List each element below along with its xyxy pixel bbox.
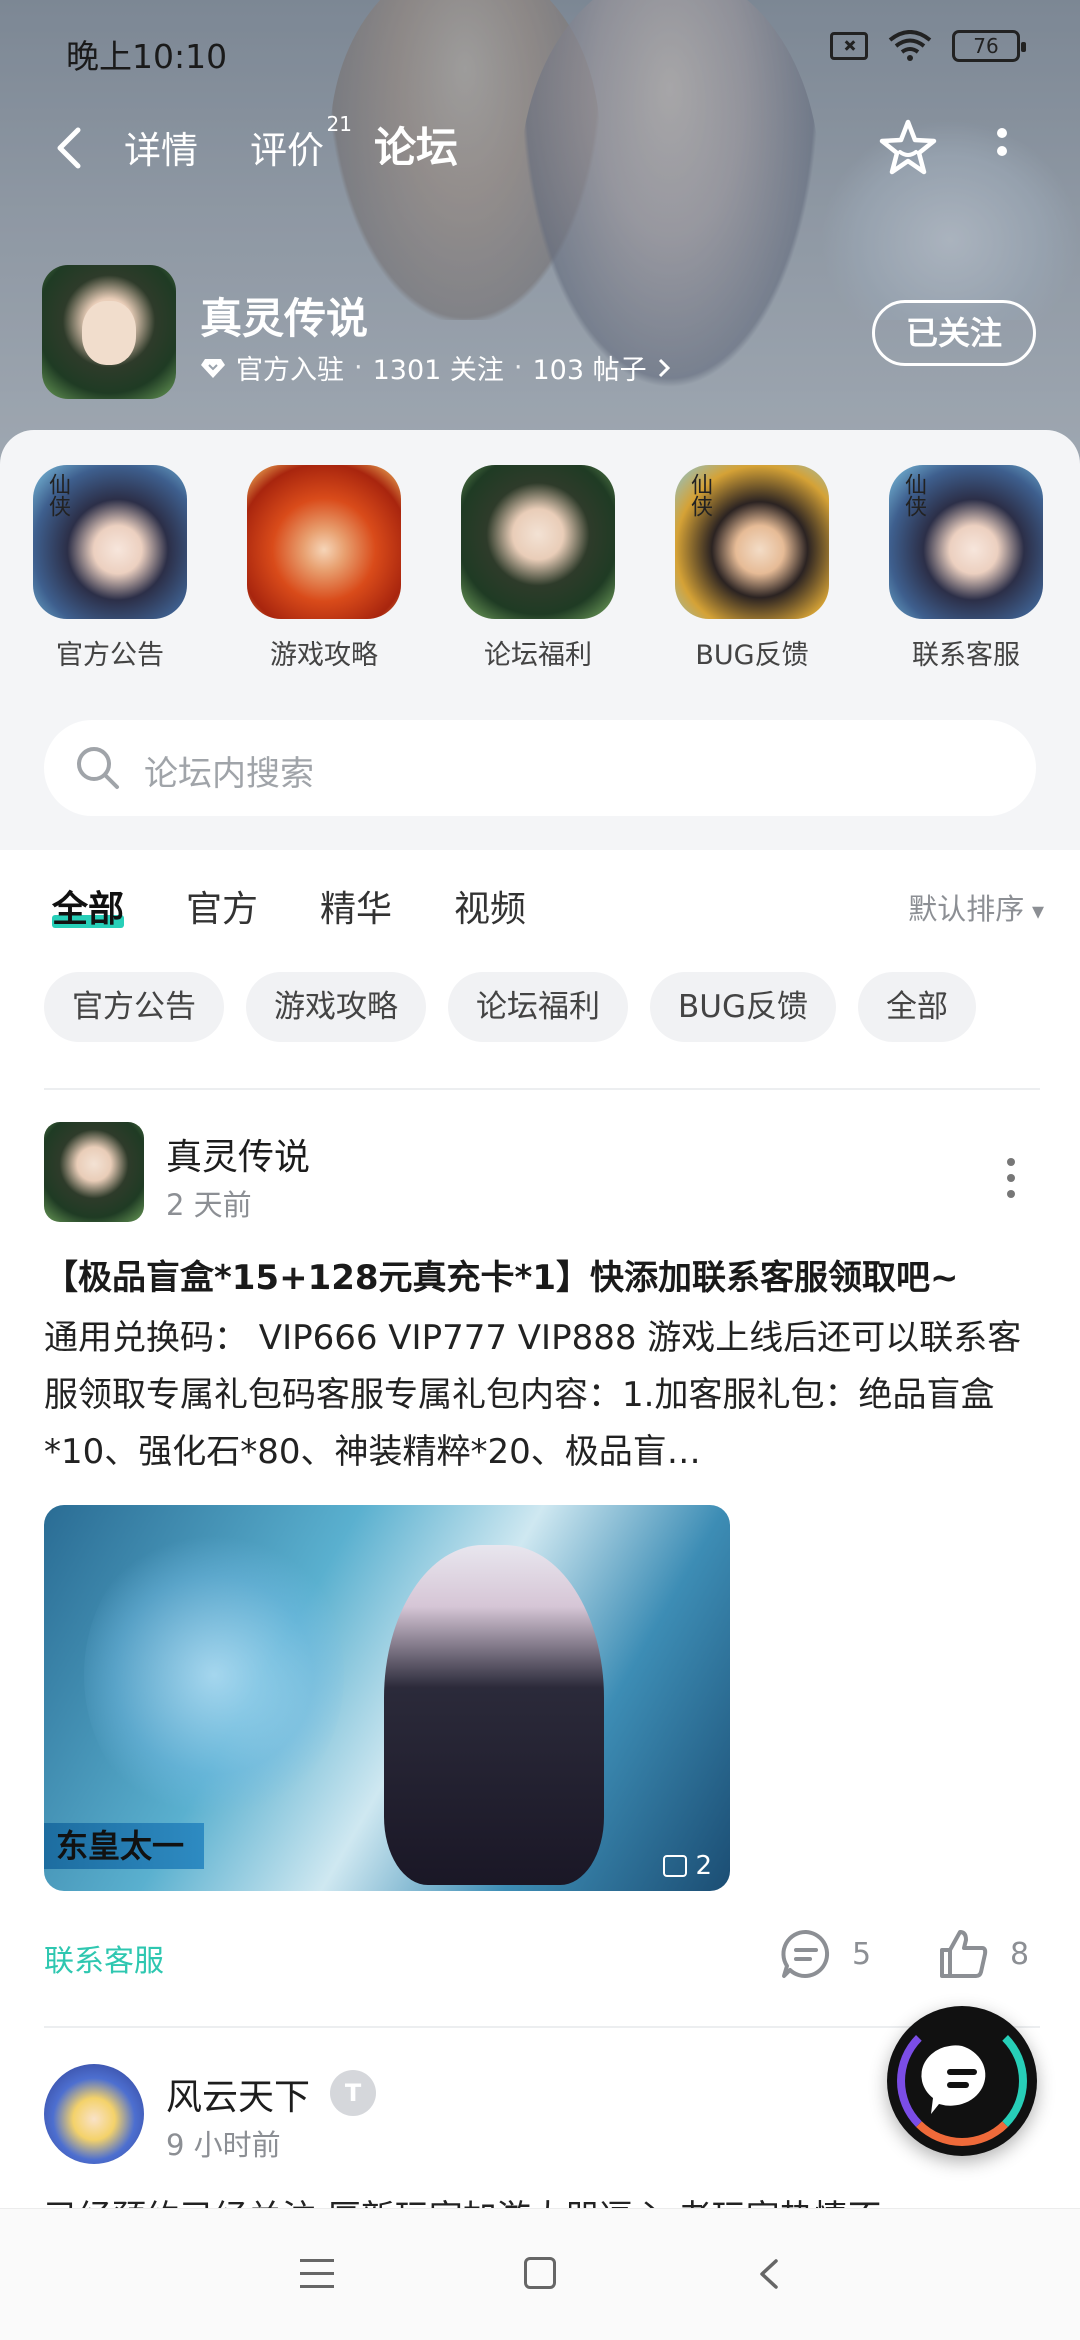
sim-off-icon xyxy=(830,32,868,60)
image-caption: 东皇太一 xyxy=(44,1823,205,1869)
home-icon[interactable] xyxy=(524,2257,556,2289)
sort-dropdown[interactable]: 默认排序 xyxy=(908,886,1044,928)
verified-diamond-icon xyxy=(201,358,225,378)
heroine-blue-icon: 仙侠 xyxy=(889,465,1043,619)
user-level-badge: T xyxy=(330,2070,376,2116)
comment-icon xyxy=(781,1929,830,1978)
system-back-icon[interactable] xyxy=(754,2257,784,2291)
post-author-avatar[interactable] xyxy=(44,1122,144,1222)
game-meta[interactable]: 官方入驻 · 1301 关注 · 103 帖子 xyxy=(200,348,671,387)
follow-button[interactable]: 已关注 xyxy=(872,300,1036,366)
category-official-announcements[interactable]: 仙侠 官方公告 xyxy=(30,465,190,672)
tab-reviews-label: 评价 xyxy=(250,129,324,172)
wifi-icon xyxy=(888,30,932,61)
followers-count: 1301 关注 xyxy=(372,355,504,386)
divider xyxy=(44,1088,1040,1090)
tab-all[interactable]: 全部 xyxy=(52,880,125,932)
status-icons: 76 xyxy=(830,30,1026,62)
chevron-right-icon xyxy=(658,358,670,377)
chip-official-announcements[interactable]: 官方公告 xyxy=(44,972,224,1042)
post-more-options-icon[interactable] xyxy=(1004,1158,1018,1202)
category-panel: 仙侠 官方公告 游戏攻略 论坛福利 仙侠 BUG反馈 仙侠 联系客服 论坛内搜索 xyxy=(0,430,1080,850)
heroine-blue-icon: 仙侠 xyxy=(33,465,187,619)
like-count: 8 xyxy=(1010,1936,1030,1972)
tab-details[interactable]: 详情 xyxy=(124,120,198,174)
chat-bubble-icon xyxy=(921,2045,986,2114)
post-title[interactable]: 【极品盲盒*15+128元真充卡*1】快添加联系客服领取吧~ xyxy=(44,1250,1044,1299)
more-options-icon[interactable] xyxy=(990,128,1014,168)
fire-demon-icon xyxy=(247,465,401,619)
game-avatar[interactable] xyxy=(42,265,176,399)
category-game-guides[interactable]: 游戏攻略 xyxy=(244,465,404,672)
comment-count: 5 xyxy=(852,1936,872,1972)
post-author-name[interactable]: 真灵传说 xyxy=(166,1128,310,1180)
tab-reviews[interactable]: 评价 21 xyxy=(250,112,352,174)
post-body[interactable]: 通用兑换码： VIP666 VIP777 VIP888 游戏上线后还可以联系客服… xyxy=(44,1310,1044,1481)
image-count: 2 xyxy=(663,1851,712,1881)
chip-bug-feedback[interactable]: BUG反馈 xyxy=(650,972,836,1042)
post2-author-name[interactable]: 风云天下 xyxy=(166,2068,310,2120)
image-gallery-icon xyxy=(663,1855,688,1877)
posts-count: 103 帖子 xyxy=(532,355,647,386)
tab-featured[interactable]: 精华 xyxy=(320,880,392,932)
chip-forum-benefits[interactable]: 论坛福利 xyxy=(448,972,628,1042)
post-topic-link[interactable]: 联系客服 xyxy=(44,1936,164,1980)
status-time: 晚上10:10 xyxy=(66,37,228,76)
category-bug-feedback[interactable]: 仙侠 BUG反馈 xyxy=(672,465,832,672)
category-forum-benefits[interactable]: 论坛福利 xyxy=(458,465,618,672)
tab-official[interactable]: 官方 xyxy=(186,880,258,932)
star-favorite-icon[interactable] xyxy=(876,116,940,180)
topic-chips: 官方公告 游戏攻略 论坛福利 BUG反馈 全部 xyxy=(44,972,976,1042)
floating-chat-button[interactable] xyxy=(887,2006,1037,2156)
post-image[interactable]: 东皇太一 2 xyxy=(44,1505,730,1891)
category-shortcuts: 仙侠 官方公告 游戏攻略 论坛福利 仙侠 BUG反馈 仙侠 联系客服 xyxy=(0,465,1080,685)
chip-all[interactable]: 全部 xyxy=(857,972,976,1042)
hero-yellow-icon: 仙侠 xyxy=(675,465,829,619)
back-arrow-icon[interactable] xyxy=(50,124,90,172)
battery-indicator: 76 xyxy=(952,30,1026,62)
thumbs-up-icon xyxy=(940,1930,988,1978)
forum-search-input[interactable]: 论坛内搜索 xyxy=(44,720,1036,816)
filter-tabs: 全部 官方 精华 视频 默认排序 xyxy=(0,880,1080,950)
heroine-green-icon xyxy=(461,465,615,619)
recent-apps-icon[interactable] xyxy=(300,2259,334,2289)
tab-video[interactable]: 视频 xyxy=(454,880,526,932)
like-button[interactable]: 8 xyxy=(936,1926,1029,1982)
reviews-count-badge: 21 xyxy=(326,112,352,136)
system-nav-bar xyxy=(0,2208,1080,2340)
tab-forum[interactable]: 论坛 xyxy=(374,114,459,175)
top-nav: 详情 评价 21 论坛 xyxy=(0,110,1080,190)
chip-game-guides[interactable]: 游戏攻略 xyxy=(246,972,426,1042)
search-icon xyxy=(77,747,119,789)
comment-button[interactable]: 5 xyxy=(778,1926,871,1982)
search-placeholder: 论坛内搜索 xyxy=(144,754,314,794)
post2-author-avatar[interactable] xyxy=(44,2064,144,2164)
post2-time: 9 小时前 xyxy=(166,2128,281,2162)
game-name: 真灵传说 xyxy=(200,294,369,343)
status-bar: 晚上10:10 76 xyxy=(0,0,1080,100)
category-contact-support[interactable]: 仙侠 联系客服 xyxy=(886,465,1046,672)
verified-label: 官方入驻 xyxy=(236,355,344,386)
post-time: 2 天前 xyxy=(166,1188,252,1222)
